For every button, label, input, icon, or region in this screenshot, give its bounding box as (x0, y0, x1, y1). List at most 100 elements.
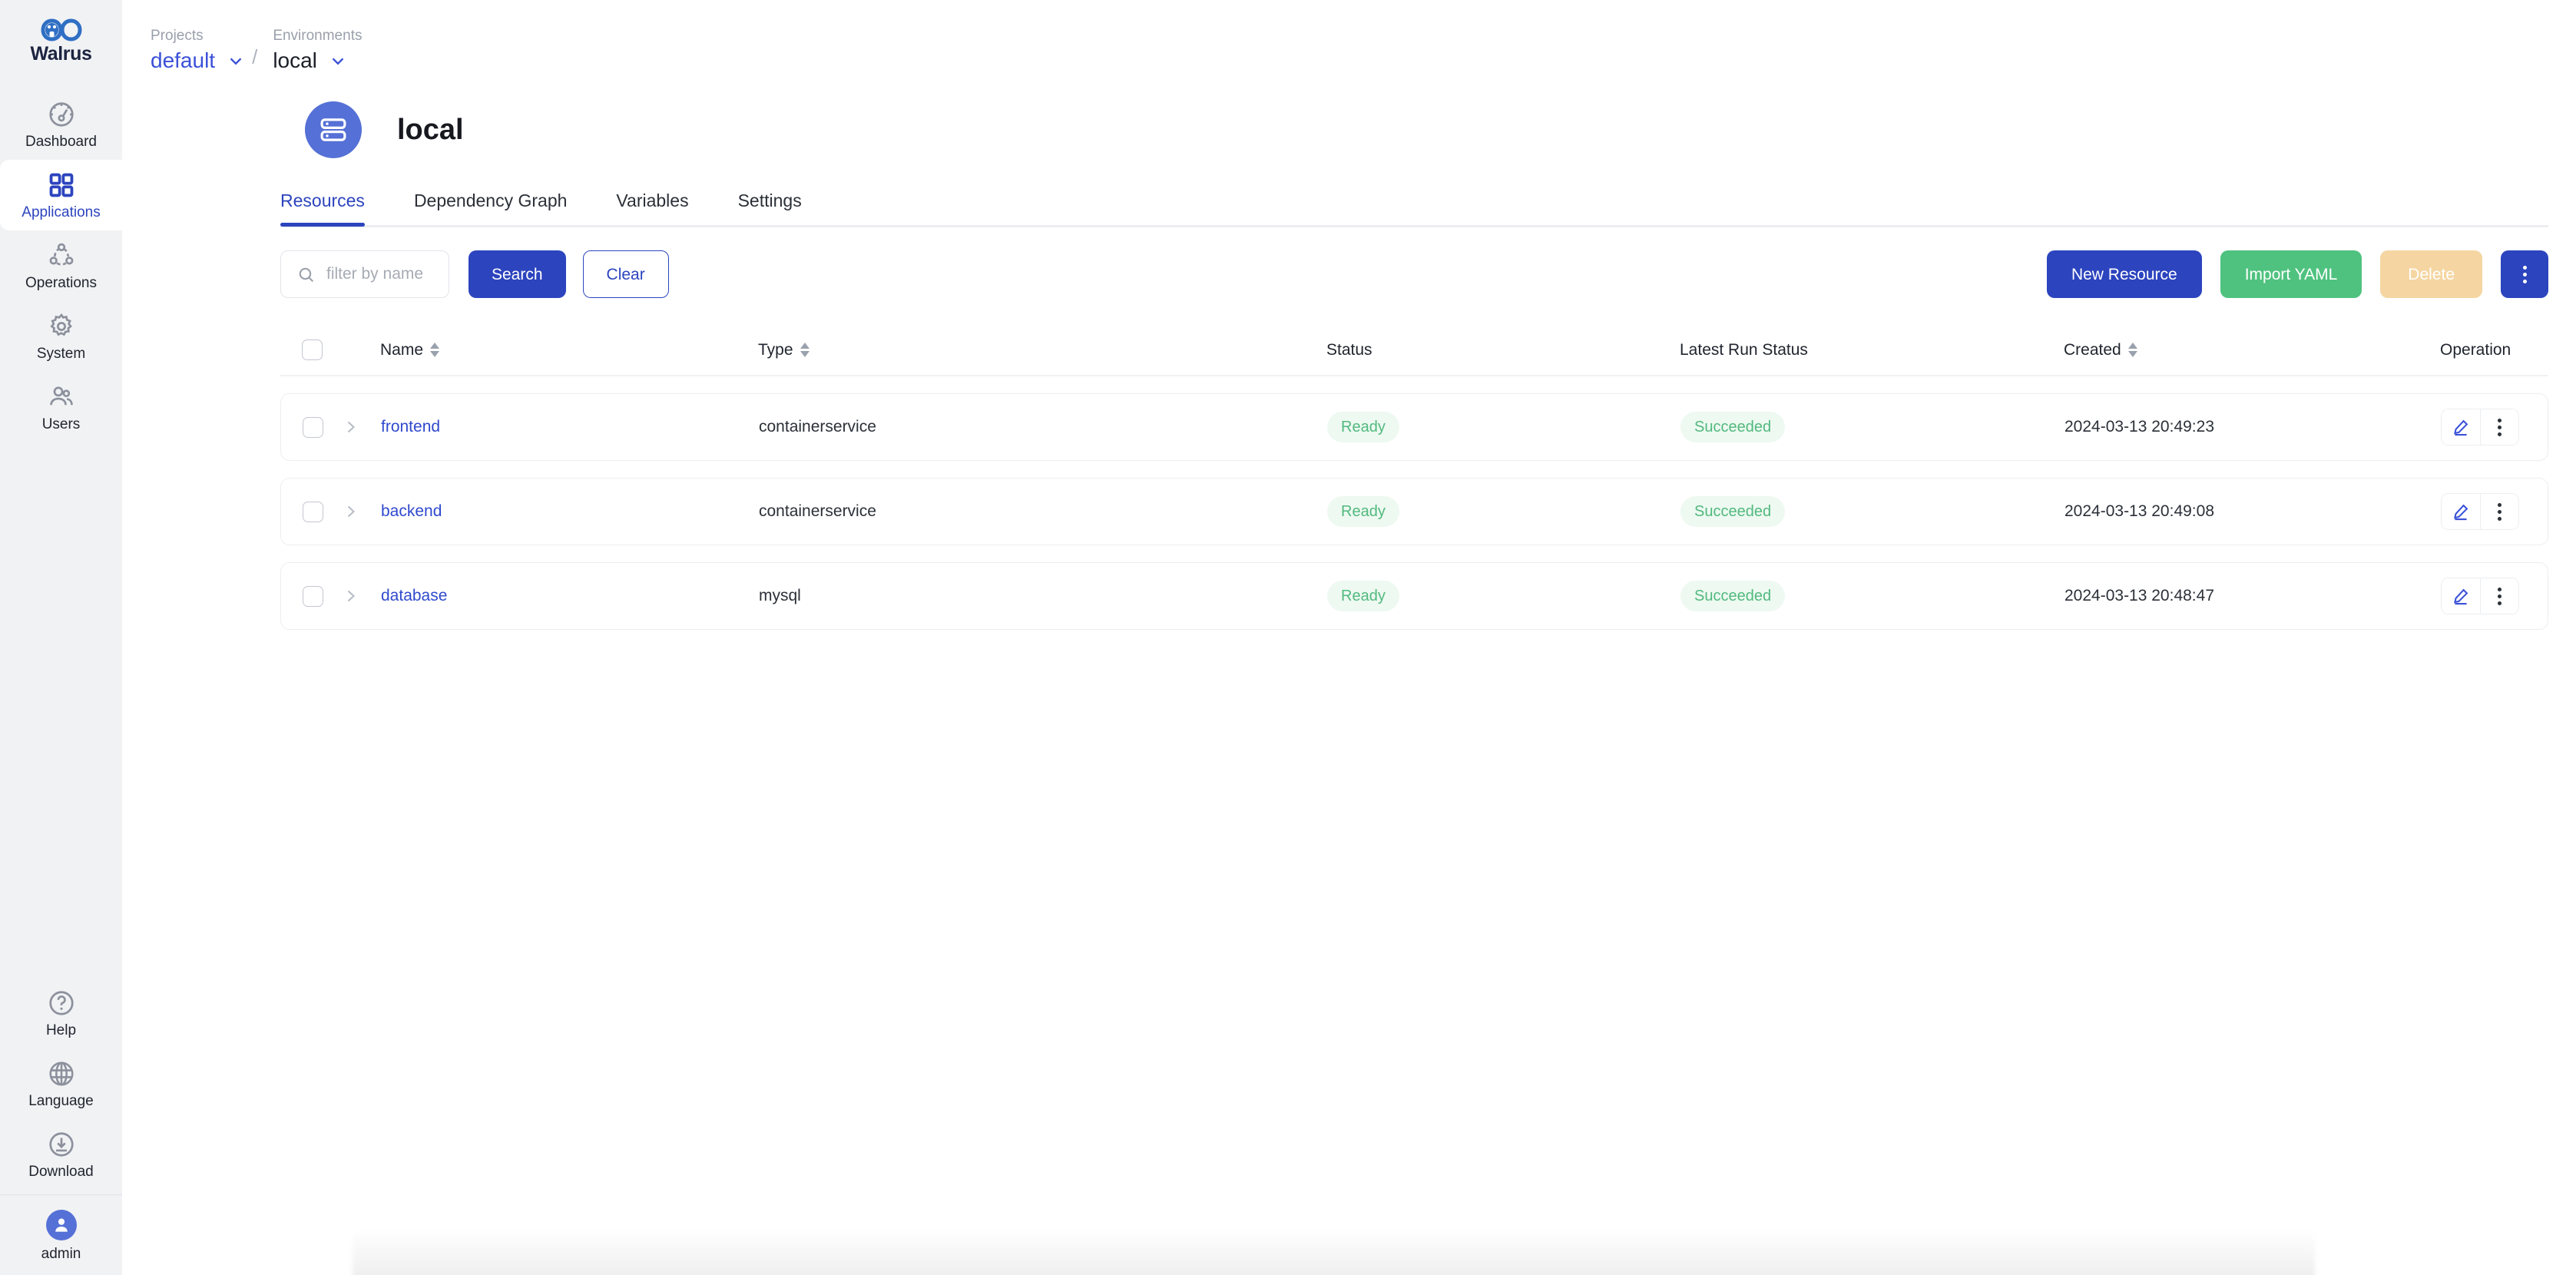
sidebar-user[interactable]: admin (0, 1195, 122, 1275)
row-name-cell: database (381, 587, 759, 605)
sidebar-item-label: Dashboard (25, 134, 97, 150)
app-root: Walrus Dashboard Applications Operations… (0, 0, 2576, 1275)
row-checkbox[interactable] (303, 501, 323, 522)
project-selector[interactable]: default (151, 48, 246, 74)
created-timestamp: 2024-03-13 20:48:47 (2064, 587, 2214, 604)
resource-name-link[interactable]: backend (381, 502, 442, 520)
sidebar-item-help[interactable]: Help (0, 978, 122, 1048)
row-run-status-cell: Succeeded (1680, 581, 2064, 611)
sort-toggle-icon[interactable] (2127, 342, 2137, 357)
environment-selector[interactable]: local (273, 48, 362, 74)
row-name-cell: backend (381, 502, 759, 521)
new-resource-button[interactable]: New Resource (2046, 250, 2202, 298)
resource-type: containerservice (759, 418, 876, 435)
sidebar-item-users[interactable]: Users (0, 372, 122, 442)
search-input[interactable] (326, 265, 433, 283)
sidebar-item-applications[interactable]: Applications (0, 160, 122, 230)
select-all-cell (280, 339, 340, 360)
edit-button[interactable] (2442, 494, 2480, 529)
environment-server-stack-icon (320, 118, 346, 141)
row-checkbox[interactable] (303, 585, 323, 607)
row-action-group (2441, 578, 2519, 614)
user-avatar-icon (55, 1218, 68, 1232)
row-select-cell (281, 585, 341, 607)
breadcrumb-project: Projects default (151, 28, 246, 74)
sidebar-item-operations[interactable]: Operations (0, 230, 122, 301)
column-header-created[interactable]: Created (2064, 342, 2440, 358)
search-box[interactable] (280, 250, 449, 298)
more-actions-button[interactable] (2501, 250, 2548, 298)
sidebar-item-download[interactable]: Download (0, 1119, 122, 1190)
row-created-cell: 2024-03-13 20:48:47 (2064, 587, 2441, 605)
walrus-infinity-logo-icon (40, 18, 82, 41)
row-expander[interactable] (341, 502, 381, 521)
row-action-group (2441, 493, 2519, 530)
brand-name: Walrus (30, 42, 92, 65)
project-selected-value: default (151, 48, 216, 73)
tab-label: Settings (737, 190, 802, 210)
resource-name-link[interactable]: database (381, 587, 447, 604)
run-status-badge: Succeeded (1680, 496, 1786, 527)
edit-button[interactable] (2442, 578, 2480, 614)
sidebar-item-language[interactable]: Language (0, 1048, 122, 1119)
row-expander[interactable] (341, 418, 381, 436)
column-header-type[interactable]: Type (758, 342, 1326, 358)
row-type-cell: containerservice (759, 418, 1327, 436)
table-row[interactable]: backend containerservice Ready Succeeded… (280, 478, 2548, 545)
sidebar-nav-primary: Dashboard Applications Operations System… (0, 89, 122, 442)
tab-settings[interactable]: Settings (714, 192, 826, 225)
status-badge: Ready (1327, 581, 1399, 611)
breadcrumb-environment-label: Environments (273, 27, 363, 44)
delete-button: Delete (2380, 250, 2482, 298)
environment-icon-badge (305, 101, 362, 158)
sidebar-item-label: Download (28, 1164, 94, 1180)
edit-pencil-icon (2454, 504, 2468, 521)
sidebar-item-dashboard[interactable]: Dashboard (0, 89, 122, 160)
clear-button[interactable]: Clear (582, 250, 669, 298)
system-gear-icon (49, 313, 72, 336)
breadcrumb-separator: / (252, 45, 258, 68)
brand-logo[interactable]: Walrus (0, 0, 122, 80)
column-header-operation: Operation (2440, 342, 2548, 358)
sidebar-item-label: System (36, 346, 86, 362)
row-more-button[interactable] (2480, 494, 2518, 529)
created-timestamp: 2024-03-13 20:49:08 (2064, 502, 2214, 520)
applications-grid-icon (49, 173, 73, 197)
help-question-icon (48, 991, 74, 1015)
import-yaml-button[interactable]: Import YAML (2220, 250, 2362, 298)
row-more-button[interactable] (2480, 578, 2518, 614)
tab-label: Variables (616, 190, 689, 210)
row-checkbox[interactable] (303, 416, 323, 438)
row-more-button[interactable] (2480, 409, 2518, 445)
status-badge: Ready (1327, 412, 1399, 442)
dashboard-gauge-icon (48, 102, 74, 127)
select-all-checkbox[interactable] (302, 339, 323, 360)
table-row[interactable]: database mysql Ready Succeeded 2024-03-1… (280, 562, 2548, 630)
tab-dependency-graph[interactable]: Dependency Graph (389, 192, 591, 225)
table-row[interactable]: frontend containerservice Ready Succeede… (280, 393, 2548, 461)
row-status-cell: Ready (1327, 581, 1680, 611)
sidebar-item-label: Operations (25, 275, 97, 291)
sort-toggle-icon[interactable] (800, 342, 810, 357)
column-header-name[interactable]: Name (380, 342, 758, 358)
tab-label: Dependency Graph (413, 190, 568, 210)
row-expander[interactable] (341, 587, 381, 605)
search-button[interactable]: Search (469, 250, 566, 298)
sidebar-item-system[interactable]: System (0, 301, 122, 372)
sort-toggle-icon[interactable] (430, 342, 440, 357)
column-label: Name (380, 340, 424, 359)
resource-name-link[interactable]: frontend (381, 418, 440, 435)
run-status-badge: Succeeded (1680, 412, 1786, 442)
sidebar-item-label: Applications (22, 204, 101, 220)
run-status-badge: Succeeded (1680, 581, 1786, 611)
row-created-cell: 2024-03-13 20:49:08 (2064, 502, 2441, 521)
users-people-icon (49, 386, 73, 406)
edit-button[interactable] (2442, 409, 2480, 445)
tab-resources[interactable]: Resources (280, 192, 389, 227)
sidebar: Walrus Dashboard Applications Operations… (0, 0, 122, 1275)
row-select-cell (281, 501, 341, 522)
row-run-status-cell: Succeeded (1680, 496, 2064, 527)
column-label: Type (758, 340, 793, 359)
download-arrow-icon (48, 1132, 74, 1157)
tab-variables[interactable]: Variables (591, 192, 713, 225)
